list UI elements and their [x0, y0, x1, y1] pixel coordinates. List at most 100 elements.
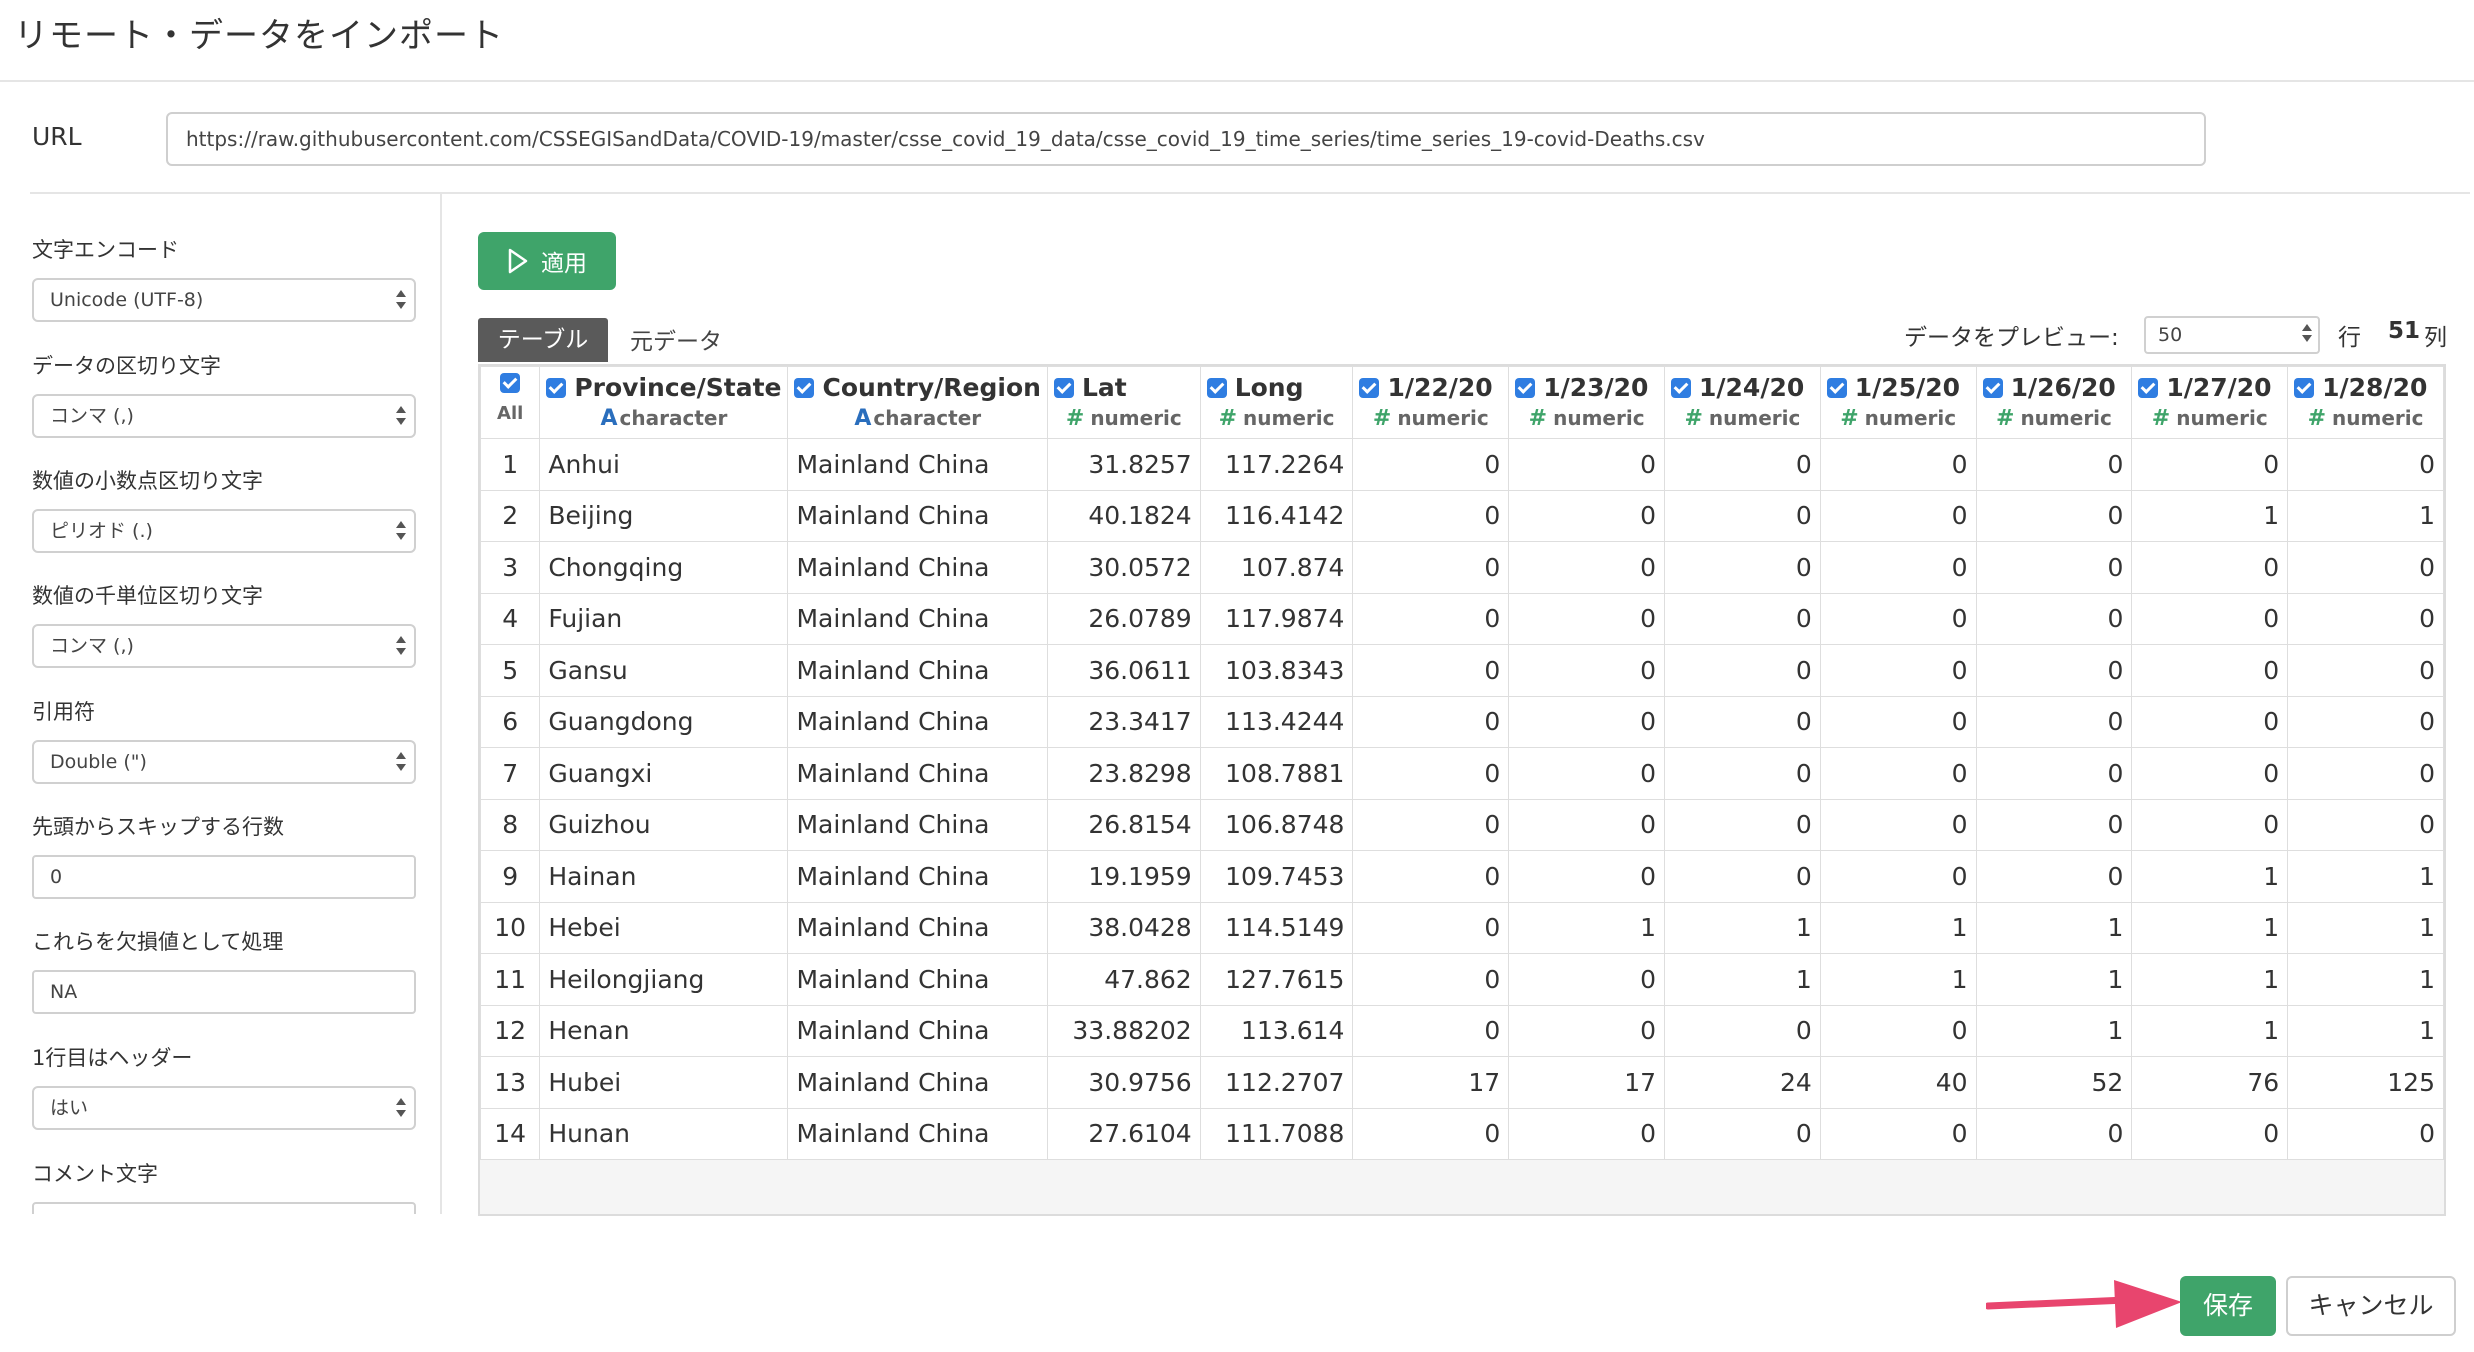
table-cell: 1 — [1975, 953, 2133, 1006]
numeric-type-icon: # — [2151, 406, 2171, 431]
tab-raw-data[interactable]: 元データ — [630, 324, 722, 360]
checkbox-icon[interactable] — [1515, 377, 1536, 398]
table-cell: Hebei — [539, 901, 789, 954]
table-cell: 0 — [1975, 592, 2133, 645]
checkbox-icon[interactable] — [794, 377, 815, 398]
tab-table[interactable]: テーブル — [478, 318, 608, 362]
table-cell: Mainland China — [787, 1004, 1048, 1057]
table-cell: 0 — [1975, 541, 2133, 594]
column-header[interactable]: 1/28/20 # numeric — [2287, 366, 2444, 439]
checkbox-icon[interactable] — [1826, 377, 1847, 398]
column-header[interactable]: Province/State Acharacter — [539, 366, 789, 439]
table-cell: 52 — [1975, 1056, 2133, 1109]
table-cell: 0 — [1819, 644, 1977, 697]
data-table: All Province/State Acharacter Country/Regio… — [480, 366, 2444, 1160]
header-row-select[interactable]: はい — [32, 1086, 416, 1130]
checkbox-icon[interactable] — [1053, 377, 1074, 398]
table-cell: 24 — [1664, 1056, 1821, 1109]
column-name: Long — [1234, 373, 1304, 402]
table-cell: 0 — [2287, 541, 2444, 594]
thousands-select[interactable]: コンマ (,) — [32, 624, 416, 668]
table-cell: 0 — [2287, 438, 2444, 491]
play-icon — [508, 248, 528, 274]
checkbox-icon[interactable] — [500, 373, 521, 393]
table-cell: 1 — [1819, 901, 1977, 954]
row-index: 14 — [480, 1107, 541, 1160]
delimiter-select[interactable]: コンマ (,) — [32, 394, 416, 438]
column-header[interactable]: 1/27/20 # numeric — [2131, 366, 2289, 439]
column-header[interactable]: Lat # numeric — [1046, 366, 1201, 439]
table-cell: Mainland China — [787, 850, 1048, 903]
row-index: 2 — [480, 489, 541, 542]
table-cell: 0 — [1819, 438, 1977, 491]
table-cell: 0 — [1508, 438, 1665, 491]
data-preview-grid[interactable]: All Province/State Acharacter Country/Regio… — [478, 364, 2446, 1216]
na-values-input[interactable]: NA — [32, 970, 416, 1014]
row-index: 8 — [480, 798, 541, 851]
checkbox-icon[interactable] — [1206, 377, 1227, 398]
checkbox-icon[interactable] — [546, 377, 567, 398]
preview-rows-select[interactable]: 50 — [2144, 316, 2320, 354]
encoding-label: 文字エンコード — [32, 238, 179, 262]
table-cell: 0 — [2287, 592, 2444, 645]
header-row-value: はい — [50, 1097, 89, 1119]
checkbox-icon[interactable] — [1671, 377, 1691, 398]
table-cell: 1 — [1664, 901, 1821, 954]
table-row: 2 Beijing Mainland China 40.1824 116.4142 0 0 0… — [480, 489, 2444, 542]
table-cell: Hubei — [539, 1056, 789, 1109]
table-cell: 0 — [1664, 850, 1821, 903]
table-cell: 0 — [2287, 695, 2444, 748]
cancel-button[interactable]: キャンセル — [2286, 1276, 2456, 1336]
table-cell: Mainland China — [787, 489, 1048, 542]
table-cell: Mainland China — [787, 1107, 1048, 1160]
column-header[interactable]: 1/26/20 # numeric — [1975, 366, 2133, 439]
column-type: numeric — [1243, 406, 1335, 430]
table-cell: 1 — [2287, 1004, 2444, 1057]
table-cell: 0 — [2287, 747, 2444, 800]
column-header[interactable]: 1/25/20 # numeric — [1819, 366, 1977, 439]
url-input[interactable]: https://raw.githubusercontent.com/CSSEGI… — [166, 112, 2206, 166]
checkbox-icon[interactable] — [1982, 377, 2003, 398]
row-index: 11 — [480, 953, 541, 1006]
table-cell: Henan — [539, 1004, 789, 1057]
apply-button[interactable]: 適用 — [478, 232, 616, 290]
select-arrows-icon — [396, 404, 406, 428]
table-cell: 1 — [1819, 953, 1977, 1006]
select-all-header[interactable]: All — [480, 366, 541, 439]
table-cell: 127.7615 — [1199, 953, 1354, 1006]
table-cell: 1 — [2131, 901, 2289, 954]
table-cell: 17 — [1352, 1056, 1510, 1109]
checkbox-icon[interactable] — [1359, 377, 1380, 398]
table-cell: 1 — [1664, 953, 1821, 1006]
table-cell: 0 — [2287, 798, 2444, 851]
column-header[interactable]: Country/Region Acharacter — [787, 366, 1048, 439]
table-cell: Mainland China — [787, 695, 1048, 748]
comment-char-input[interactable] — [32, 1202, 416, 1214]
save-button[interactable]: 保存 — [2180, 1276, 2276, 1336]
table-cell: 26.0789 — [1046, 592, 1201, 645]
column-type: numeric — [2176, 406, 2268, 430]
column-header[interactable]: 1/22/20 # numeric — [1352, 366, 1510, 439]
checkbox-icon[interactable] — [2138, 377, 2159, 398]
column-header[interactable]: 1/23/20 # numeric — [1508, 366, 1665, 439]
table-cell: 0 — [2287, 1107, 2444, 1160]
numeric-type-icon: # — [1996, 406, 2015, 431]
column-header[interactable]: Long # numeric — [1199, 366, 1354, 439]
table-cell: 108.7881 — [1199, 747, 1354, 800]
column-name: Lat — [1081, 373, 1127, 402]
column-header[interactable]: 1/24/20 # numeric — [1664, 366, 1821, 439]
select-arrows-icon — [396, 1096, 406, 1120]
checkbox-icon[interactable] — [2294, 377, 2315, 398]
quote-select[interactable]: Double (") — [32, 740, 416, 784]
skip-rows-input[interactable]: 0 — [32, 855, 416, 899]
column-name: 1/22/20 — [1387, 373, 1493, 402]
table-cell: 0 — [2131, 798, 2289, 851]
table-row: 9 Hainan Mainland China 19.1959 109.7453 0 0 0 0… — [480, 850, 2444, 903]
table-cell: 19.1959 — [1046, 850, 1201, 903]
encoding-select[interactable]: Unicode (UTF-8) — [32, 278, 416, 322]
table-cell: 1 — [1508, 901, 1665, 954]
numeric-type-icon: # — [1528, 406, 1548, 431]
row-index: 6 — [480, 695, 541, 748]
decimal-select[interactable]: ピリオド (.) — [32, 509, 416, 553]
numeric-type-icon: # — [1684, 406, 1703, 431]
